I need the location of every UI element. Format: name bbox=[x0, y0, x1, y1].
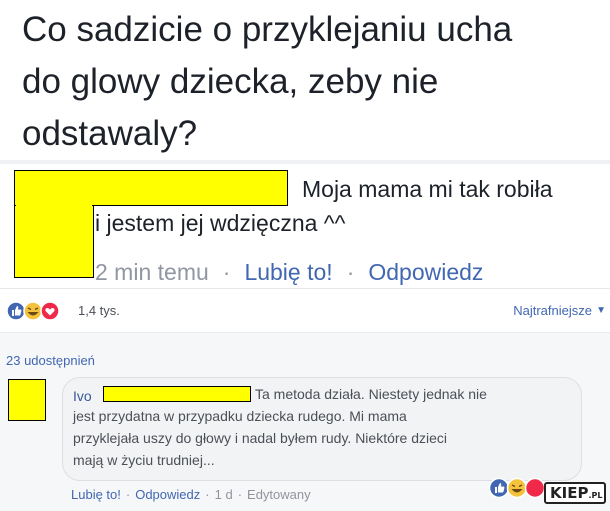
reaction-count[interactable]: 1,4 tys. bbox=[78, 303, 120, 318]
watermark-suffix: .PL bbox=[588, 491, 603, 500]
comment-text-line: jest przydatna w przypadku dziecka rudeg… bbox=[73, 408, 407, 424]
comment-reaction-icons[interactable] bbox=[488, 477, 552, 499]
top-comment-text: Moja mama mi tak robiła bbox=[302, 176, 553, 202]
chevron-down-icon[interactable]: ▼ bbox=[596, 305, 606, 316]
watermark-logo: KIEP.PL bbox=[544, 482, 606, 504]
post-question-line: odstawaly? bbox=[22, 114, 198, 153]
divider bbox=[0, 288, 610, 289]
redacted-avatar bbox=[8, 379, 46, 421]
haha-icon bbox=[506, 477, 528, 499]
separator: · bbox=[125, 487, 131, 502]
top-comment-actions: 2 min temu · Lubię to! · Odpowiedz bbox=[95, 257, 483, 287]
love-icon bbox=[524, 477, 546, 499]
like-icon bbox=[6, 301, 26, 321]
like-link[interactable]: Lubię to! bbox=[71, 487, 121, 502]
separator: · bbox=[346, 259, 355, 285]
comment-author[interactable]: Ivo bbox=[73, 388, 92, 404]
edited-label[interactable]: Edytowany bbox=[247, 487, 311, 502]
top-comment: Moja mama mi tak robiła i jestem jej wdz… bbox=[0, 164, 610, 288]
separator: · bbox=[205, 487, 210, 502]
top-comment-text: i jestem jej wdzięczna ^^ bbox=[95, 210, 346, 236]
like-link[interactable]: Lubię to! bbox=[244, 259, 332, 285]
comment-text-line: przyklejała uszy do głowy i nadal byłem … bbox=[73, 430, 448, 446]
reaction-icons[interactable] bbox=[6, 301, 74, 321]
comment-time[interactable]: 1 d bbox=[215, 487, 233, 502]
watermark-text: KIEP bbox=[550, 484, 589, 502]
sort-dropdown[interactable]: Najtrafniejsze bbox=[513, 303, 592, 318]
top-comment-time: 2 min temu bbox=[95, 259, 209, 285]
post-question: Co sadzicie o przyklejaniu ucha do glowy… bbox=[22, 4, 602, 160]
comment-actions: Lubię to! · Odpowiedz · 1 d · Edytowany bbox=[71, 487, 311, 502]
haha-icon bbox=[23, 301, 43, 321]
love-icon bbox=[40, 301, 60, 321]
comment-text-line: Ta metoda działa. Niestety jednak nie bbox=[255, 386, 487, 402]
comment-text-line: mają w życiu trudniej... bbox=[73, 452, 215, 468]
post-container: Co sadzicie o przyklejaniu ucha do glowy… bbox=[0, 0, 610, 160]
comments-section: 23 udostępnień Ivo Ta metoda działa. Nie… bbox=[0, 332, 610, 511]
redacted-author-surname bbox=[103, 386, 251, 402]
post-question-line: do glowy dziecka, zeby nie bbox=[22, 62, 439, 101]
shares-count[interactable]: 23 udostępnień bbox=[6, 353, 95, 368]
comment-bubble: Ivo Ta metoda działa. Niestety jednak ni… bbox=[62, 377, 582, 481]
reply-link[interactable]: Odpowiedz bbox=[135, 487, 200, 502]
separator: · bbox=[237, 487, 243, 502]
like-icon bbox=[488, 477, 510, 499]
redacted-fill bbox=[16, 172, 92, 276]
reactions-bar: 1,4 tys. Najtrafniejsze ▼ bbox=[0, 290, 610, 332]
post-question-line: Co sadzicie o przyklejaniu ucha bbox=[22, 10, 513, 49]
reply-link[interactable]: Odpowiedz bbox=[368, 259, 483, 285]
separator: · bbox=[222, 259, 231, 285]
